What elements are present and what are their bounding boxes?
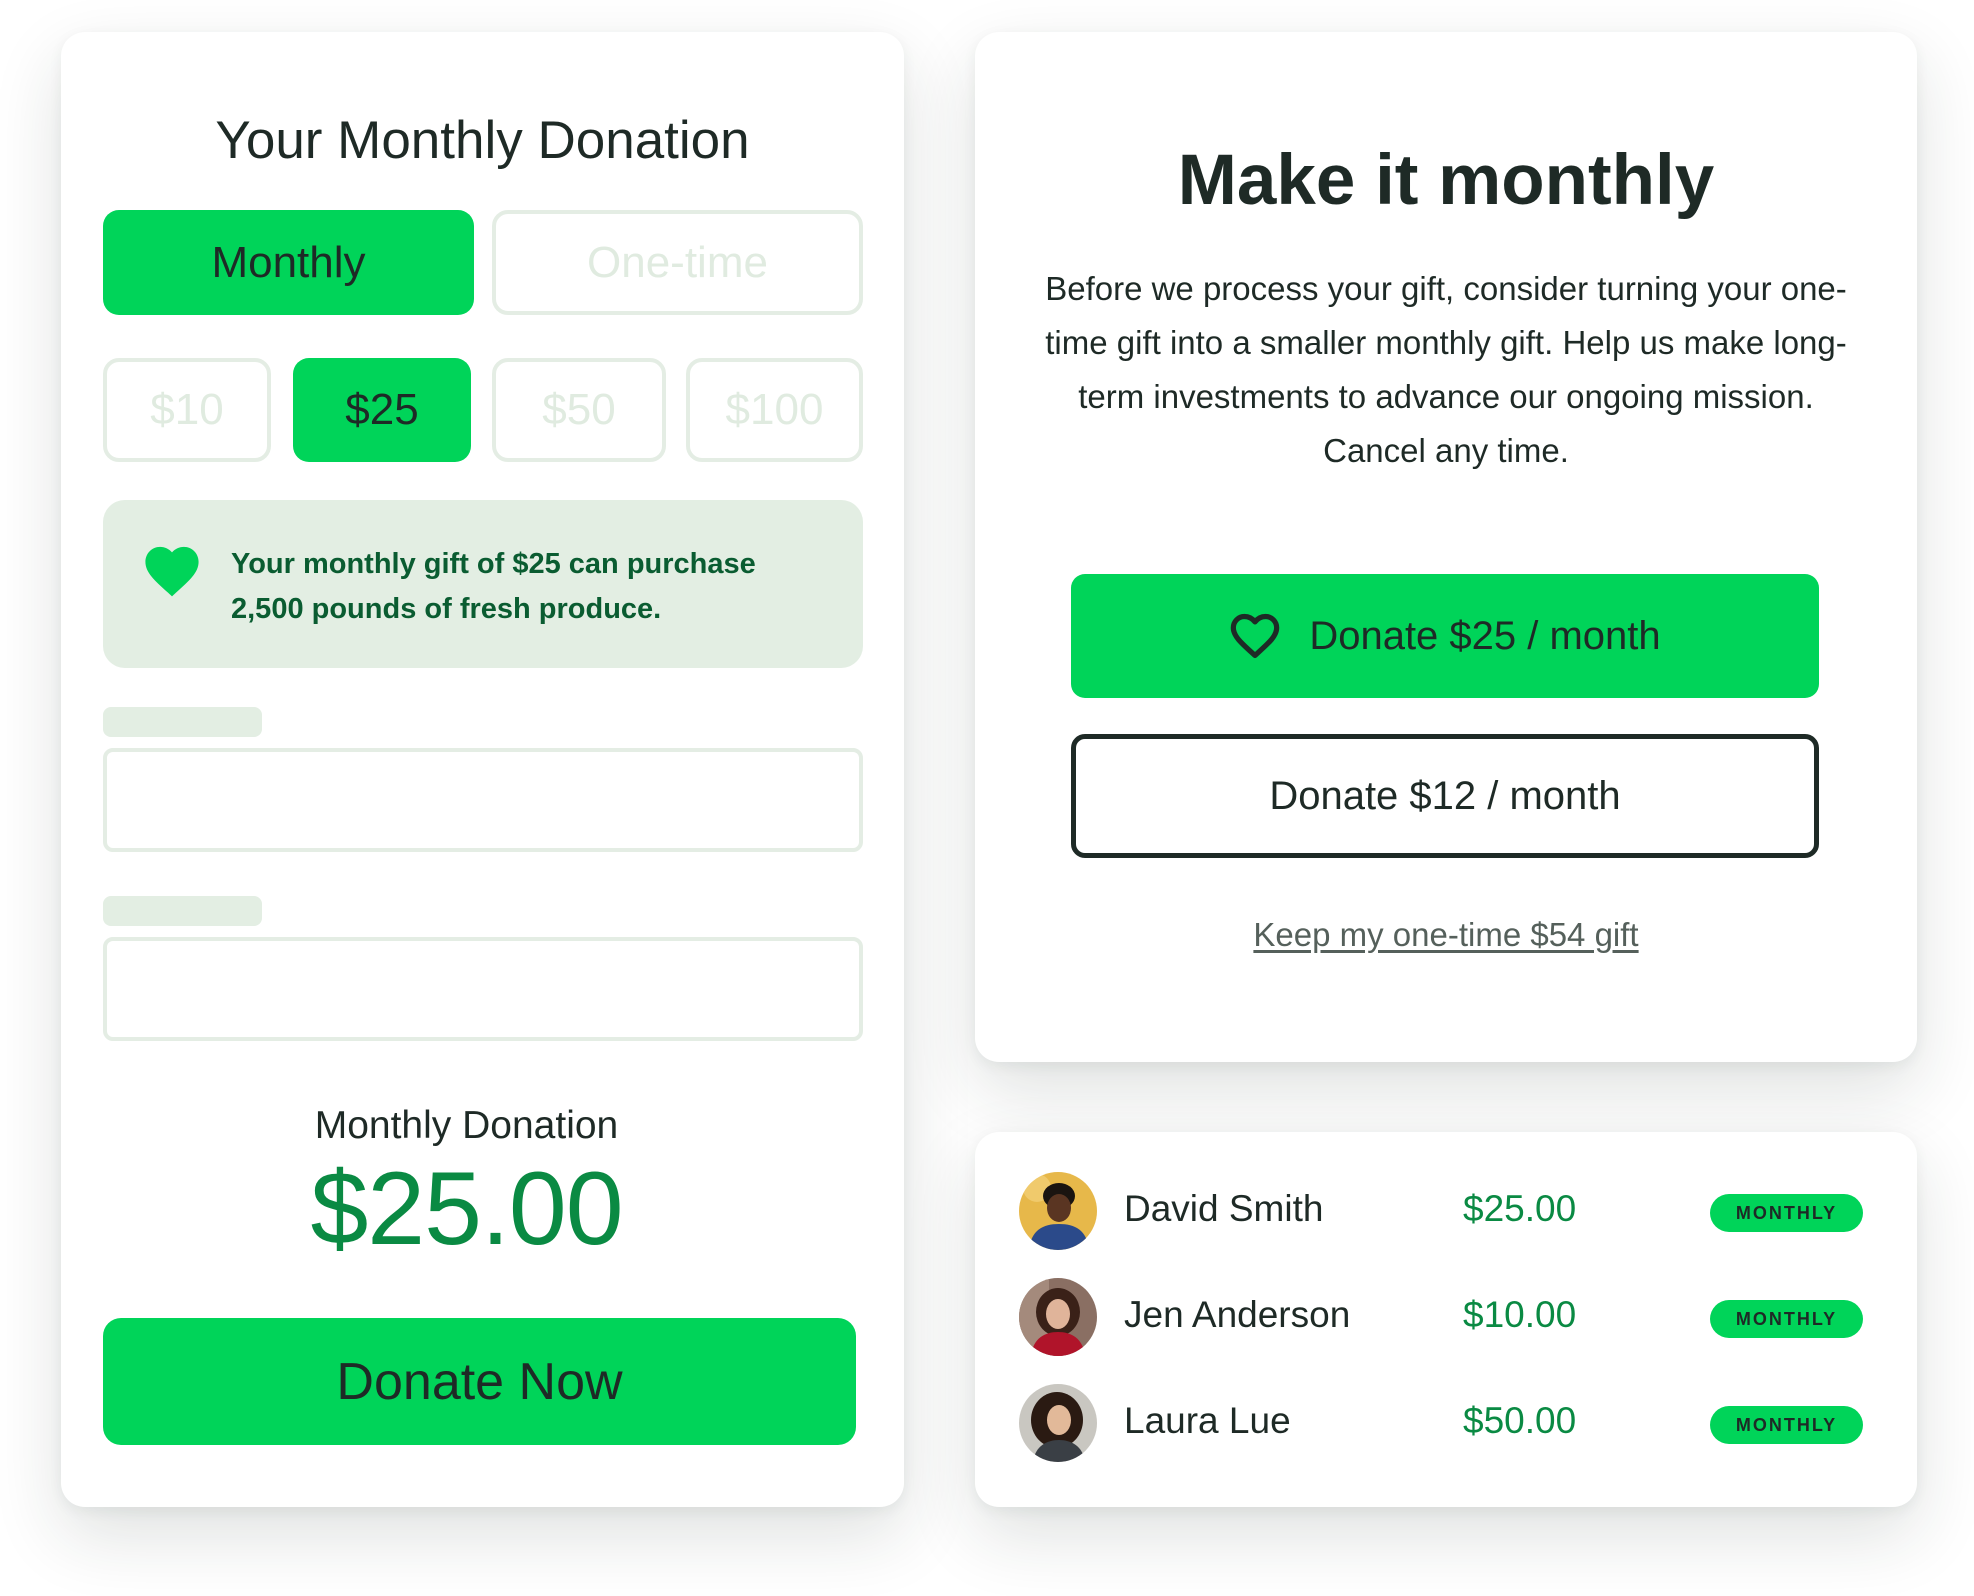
avatar	[1019, 1384, 1097, 1462]
donate-25-label: Donate $25 / month	[1309, 613, 1661, 658]
amount-option-10[interactable]: $10	[103, 358, 271, 462]
avatar	[1019, 1278, 1097, 1356]
impact-message: Your monthly gift of $25 can purchase 2,…	[103, 500, 863, 668]
amount-option-25[interactable]: $25	[293, 358, 471, 462]
donate-12-monthly-button[interactable]: Donate $12 / month	[1071, 734, 1819, 858]
text-field-2[interactable]	[103, 937, 863, 1041]
donor-name: Laura Lue	[1124, 1400, 1291, 1441]
amount-option-100[interactable]: $100	[686, 358, 863, 462]
keep-one-time-link[interactable]: Keep my one-time $54 gift	[975, 916, 1917, 954]
donor-name: Jen Anderson	[1124, 1294, 1351, 1335]
form-title: Your Monthly Donation	[215, 111, 750, 170]
frequency-onetime-button[interactable]: One-time	[492, 210, 863, 315]
impact-text: Your monthly gift of $25 can purchase 2,…	[231, 548, 756, 625]
donor-row: Jen Anderson $10.00 MONTHLY	[975, 1278, 1917, 1358]
upsell-title: Make it monthly	[1177, 141, 1715, 220]
upsell-card: Make it monthly Before we process your g…	[975, 32, 1917, 1062]
text-field-1[interactable]	[103, 748, 863, 852]
summary-label: Monthly Donation	[314, 1104, 619, 1147]
monthly-badge: MONTHLY	[1710, 1406, 1863, 1444]
page: Your Monthly Donation Monthly One-time $…	[0, 0, 1974, 1596]
summary-amount: $25.00	[310, 1151, 623, 1267]
donor-list-card: David Smith $25.00 MONTHLY Jen Anderson …	[975, 1132, 1917, 1507]
avatar	[1019, 1172, 1097, 1250]
monthly-badge: MONTHLY	[1710, 1300, 1863, 1338]
upsell-body: Before we process your gift, consider tu…	[1045, 270, 1847, 469]
donor-row: Laura Lue $50.00 MONTHLY	[975, 1384, 1917, 1464]
donor-row: David Smith $25.00 MONTHLY	[975, 1172, 1917, 1252]
monthly-badge: MONTHLY	[1710, 1194, 1863, 1232]
donor-amount: $25.00	[1463, 1188, 1577, 1229]
field-label-placeholder	[103, 896, 262, 926]
donor-name: David Smith	[1124, 1188, 1324, 1229]
field-label-placeholder	[103, 707, 262, 737]
frequency-monthly-button[interactable]: Monthly	[103, 210, 474, 315]
heart-icon	[145, 546, 199, 597]
donation-form-card: Your Monthly Donation Monthly One-time $…	[61, 32, 904, 1507]
amount-option-50[interactable]: $50	[492, 358, 666, 462]
heart-outline-icon	[1231, 613, 1280, 659]
donate-25-monthly-button[interactable]: Donate $25 / month	[1071, 574, 1819, 698]
donate-now-button[interactable]: Donate Now	[103, 1318, 856, 1445]
donor-amount: $10.00	[1463, 1294, 1577, 1335]
donor-amount: $50.00	[1463, 1400, 1577, 1441]
